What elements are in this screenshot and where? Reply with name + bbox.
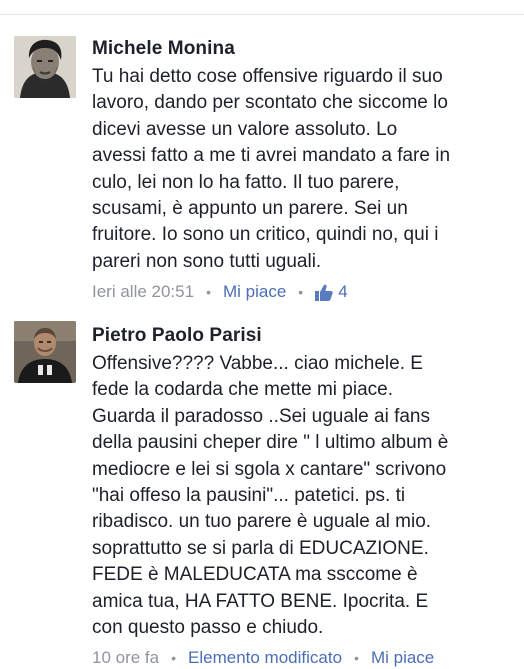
avatar-photo [14, 36, 76, 98]
comment-text: Offensive???? Vabbe... ciao michele. E f… [92, 353, 449, 639]
comment-text: Tu hai detto cose offensive riguardo il … [92, 66, 451, 272]
top-divider [0, 14, 524, 15]
comment-meta: Ieri alle 20:51 • Mi piace • 4 [92, 281, 512, 303]
comment-timestamp[interactable]: 10 ore fa [92, 647, 159, 669]
like-button[interactable]: Mi piace [371, 647, 434, 669]
comment-timestamp[interactable]: Ieri alle 20:51 [92, 281, 194, 303]
edited-label[interactable]: Elemento modificato [188, 647, 342, 669]
dot-separator: • [298, 284, 304, 301]
avatar-photo [14, 321, 76, 383]
avatar[interactable] [14, 321, 76, 383]
like-count[interactable]: 4 [338, 281, 347, 303]
avatar[interactable] [14, 36, 76, 98]
comment-meta: 10 ore fa • Elemento modificato • Mi pia… [92, 647, 512, 669]
dot-separator: • [206, 284, 211, 301]
thumbs-up-icon[interactable] [315, 284, 333, 301]
comment-author[interactable]: Pietro Paolo Parisi [92, 325, 512, 347]
dot-separator: • [354, 650, 359, 667]
like-button[interactable]: Mi piace [223, 281, 286, 303]
dot-separator: • [171, 650, 177, 667]
comment-author[interactable]: Michele Monina [92, 38, 512, 60]
